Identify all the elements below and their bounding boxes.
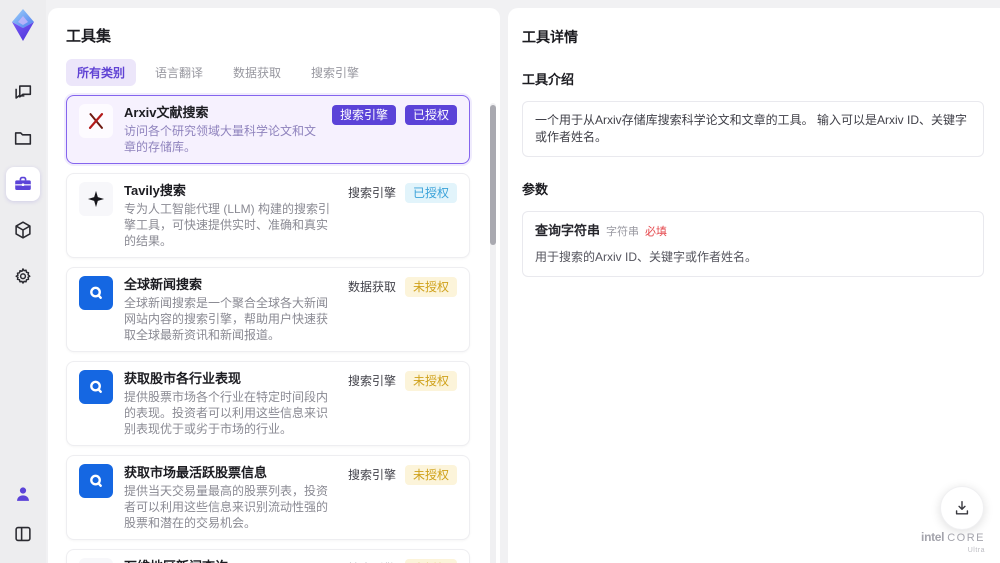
download-button[interactable] (940, 486, 984, 530)
tool-name: 获取股市各行业表现 (124, 371, 242, 386)
category-label: 搜索引擎 (348, 559, 396, 563)
arxiv-logo-icon (79, 104, 113, 138)
tool-description: 访问各个研究领域大量科学论文和文章的存储库。 (124, 124, 317, 154)
tab-data-fetch[interactable]: 数据获取 (222, 59, 292, 86)
sidebar-item-collapse[interactable] (6, 517, 40, 551)
sidebar-nav (6, 75, 40, 293)
scrollbar-thumb[interactable] (490, 105, 496, 245)
tool-name: Arxiv文献搜索 (124, 105, 209, 120)
tool-description: 提供股票市场各个行业在特定时间段内的表现。投资者可以利用这些信息来识别表现优于或… (124, 390, 329, 436)
app-logo-icon (5, 7, 41, 43)
status-badge: 已授权 (404, 183, 457, 203)
tool-card-most-active-stocks[interactable]: 获取市场最活跃股票信息 提供当天交易量最高的股票列表，投资者可以利用这些信息来识… (66, 455, 470, 540)
chat-icon (12, 81, 34, 103)
sidebar-item-models[interactable] (6, 213, 40, 247)
category-label: 搜索引擎 (347, 374, 396, 388)
detail-title: 工具详情 (522, 29, 578, 45)
news-search-icon (79, 370, 113, 404)
sidebar-item-account[interactable] (6, 477, 40, 511)
tab-all-categories[interactable]: 所有类别 (66, 59, 137, 86)
intel-core-logo: intel CORE Ultra (921, 531, 985, 556)
cube-icon (12, 219, 34, 241)
tool-detail-panel: 工具详情 工具介绍 一个用于从Arxiv存储库搜索科学论文和文章的工具。 输入可… (508, 8, 1000, 563)
newspaper-icon (79, 558, 113, 563)
category-label: 搜索引擎 (347, 186, 396, 200)
news-search-icon (79, 464, 113, 498)
tool-name: Tavily搜索 (124, 183, 186, 198)
page-title: 工具集 (66, 28, 112, 45)
parameter-type: 字符串 (606, 226, 640, 238)
folder-icon (12, 127, 34, 149)
tab-language-translation[interactable]: 语言翻译 (144, 59, 214, 86)
app-sidebar (0, 0, 46, 563)
tool-description: 专为人工智能代理 (LLM) 构建的搜索引擎工具，可快速提供实时、准确和真实的结… (124, 202, 331, 248)
status-badge: 未授权 (404, 277, 457, 297)
tool-name: 获取市场最活跃股票信息 (124, 465, 268, 480)
status-badge: 未授权 (404, 371, 457, 391)
parameter-name: 查询字符串 (535, 223, 601, 238)
sidebar-item-chat[interactable] (6, 75, 40, 109)
download-icon (952, 498, 972, 518)
tool-list: Arxiv文献搜索 访问各个研究领域大量科学论文和文章的存储库。 搜索引擎 已授… (66, 95, 482, 563)
tool-description: 提供当天交易量最高的股票列表，投资者可以利用这些信息来识别流动性强的股票和潜在的… (124, 484, 329, 530)
sidebar-item-toolbox[interactable] (6, 167, 40, 201)
tool-name: 万维地区新闻查询 (124, 558, 337, 563)
category-label: 搜索引擎 (347, 468, 396, 482)
tavily-star-icon (79, 182, 113, 216)
brand-core-text: CORE (947, 532, 985, 544)
news-search-icon (79, 276, 113, 310)
tool-card-global-news[interactable]: 全球新闻搜索 全球新闻搜索是一个聚合全球各大新闻网站内容的搜索引擎，帮助用户快速… (66, 267, 470, 352)
app-window: { "colors": { "accent": "#5b43d8", "sele… (0, 0, 1000, 563)
category-badge: 搜索引擎 (331, 105, 396, 125)
category-tabs: 所有类别 语言翻译 数据获取 搜索引擎 (66, 59, 482, 86)
gear-icon (12, 265, 34, 287)
tool-card-arxiv[interactable]: Arxiv文献搜索 访问各个研究领域大量科学论文和文章的存储库。 搜索引擎 已授… (66, 95, 470, 164)
sidebar-bottom (6, 477, 40, 551)
params-section-title: 参数 (522, 182, 549, 197)
status-badge: 未授权 (404, 559, 457, 563)
tool-description: 全球新闻搜索是一个聚合全球各大新闻网站内容的搜索引擎，帮助用户快速获取全球最新资… (124, 296, 329, 342)
parameter-description: 用于搜索的Arxiv ID、关键字或作者姓名。 (535, 250, 758, 264)
user-icon (12, 483, 34, 505)
tool-card-regional-news[interactable]: 万维地区新闻查询 查询具体行政区划内的新闻，快速了解各地新闻动 搜索引擎 未授权 (66, 549, 470, 563)
sidebar-item-settings[interactable] (6, 259, 40, 293)
brand-intel-text: intel (921, 530, 945, 544)
tool-list-panel: 工具集 所有类别 语言翻译 数据获取 搜索引擎 Arxiv文献搜索 访问各个研究… (48, 8, 500, 563)
parameter-required-flag: 必填 (645, 226, 668, 238)
panel-toggle-icon (12, 523, 34, 545)
intro-section-title: 工具介绍 (522, 72, 575, 87)
brand-sub-text: Ultra (967, 547, 985, 554)
tool-card-tavily[interactable]: Tavily搜索 专为人工智能代理 (LLM) 构建的搜索引擎工具，可快速提供实… (66, 173, 470, 258)
parameter-item: 查询字符串 字符串 必填 用于搜索的Arxiv ID、关键字或作者姓名。 (522, 211, 984, 277)
tool-name: 全球新闻搜索 (124, 277, 203, 292)
sidebar-item-files[interactable] (6, 121, 40, 155)
status-badge: 未授权 (404, 465, 457, 485)
tool-card-sector-performance[interactable]: 获取股市各行业表现 提供股票市场各个行业在特定时间段内的表现。投资者可以利用这些… (66, 361, 470, 446)
scrollbar-track[interactable] (490, 103, 496, 563)
status-badge: 已授权 (404, 105, 457, 125)
tab-search-engine[interactable]: 搜索引擎 (300, 59, 370, 86)
tool-intro-text: 一个用于从Arxiv存储库搜索科学论文和文章的工具。 输入可以是Arxiv ID… (522, 101, 984, 157)
toolbox-icon (12, 173, 34, 195)
category-label: 数据获取 (347, 280, 396, 294)
